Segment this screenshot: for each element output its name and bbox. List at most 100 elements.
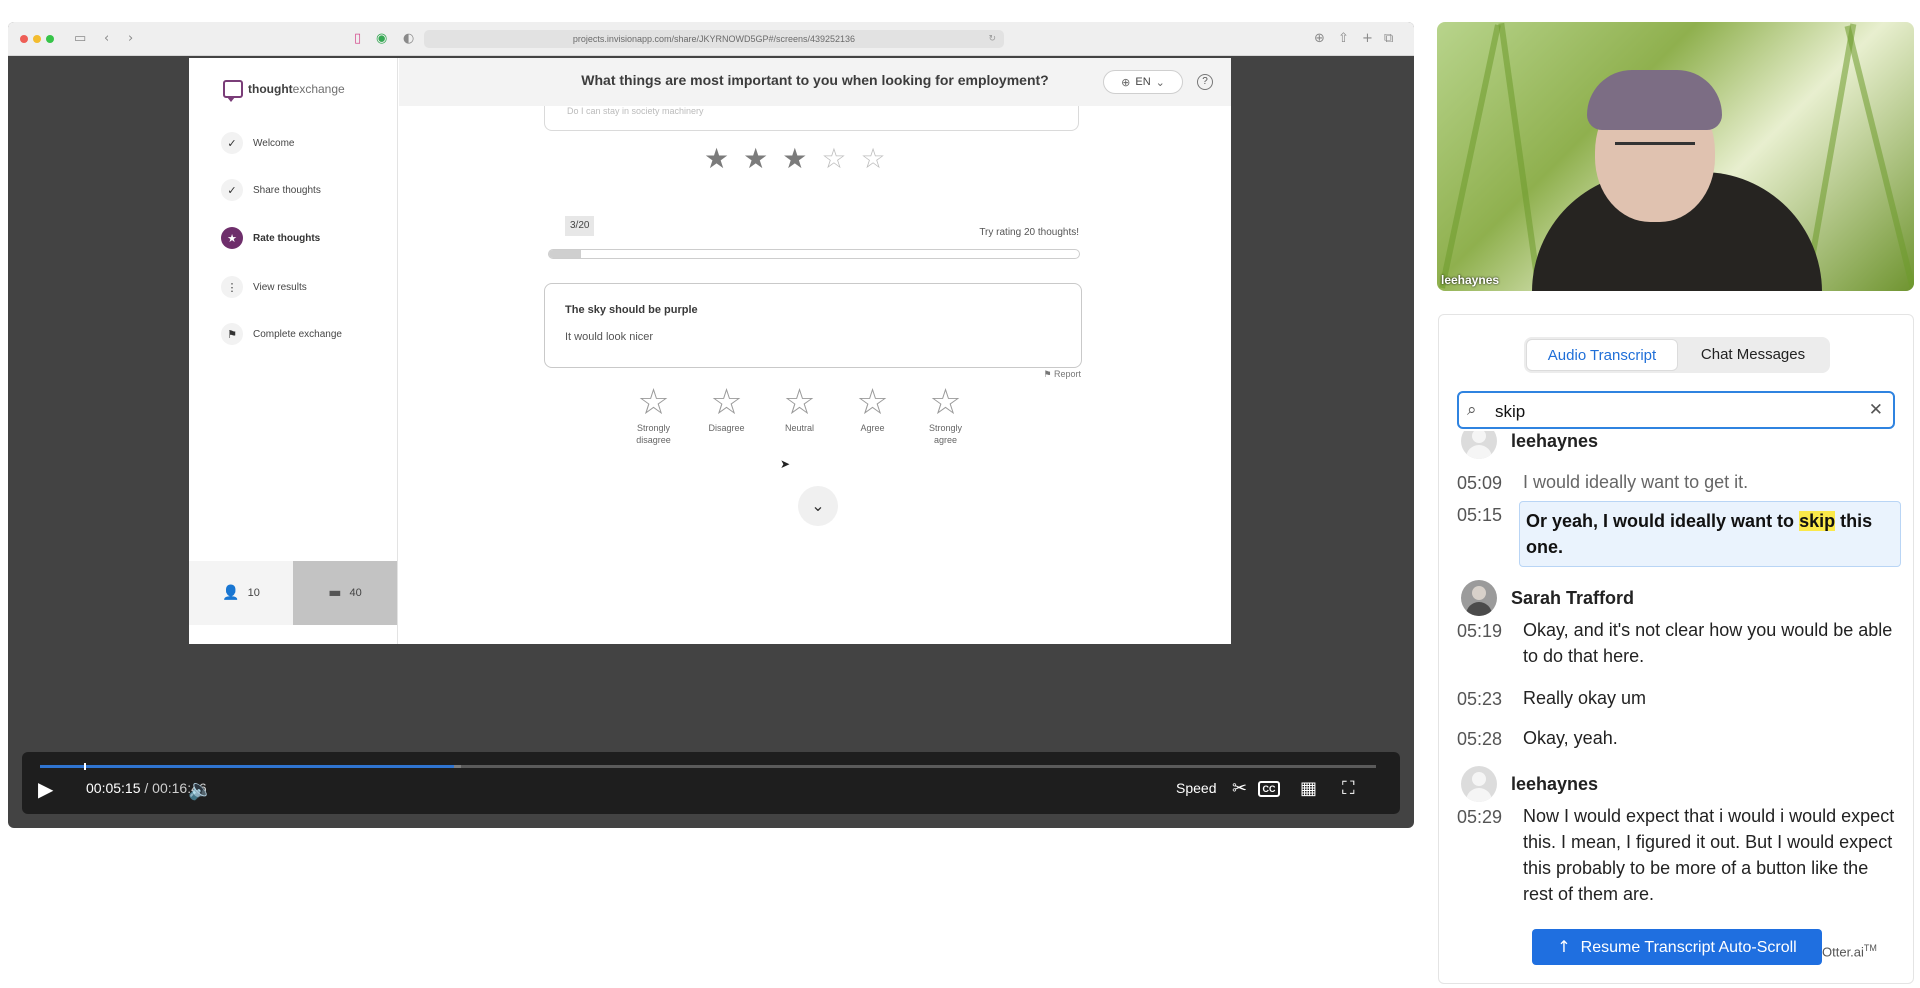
star-filled-icon: ★ xyxy=(743,142,769,175)
message-icon: ▬ xyxy=(328,585,342,601)
transcript-segment[interactable]: 05:23 Really okay um xyxy=(1457,685,1901,711)
scissors-icon[interactable]: ✂ xyxy=(1232,776,1247,802)
participant-hair xyxy=(1587,70,1722,130)
tabs-icon: ⧉ xyxy=(1384,31,1394,46)
help-icon: ? xyxy=(1197,74,1213,90)
webcam-video: leehaynes xyxy=(1437,22,1914,291)
background-grass xyxy=(1844,25,1914,288)
rating-option: ☆ Strongly disagree xyxy=(624,384,683,446)
person-icon: 👤 xyxy=(222,585,240,601)
participants-counter: 👤 10 xyxy=(189,561,293,625)
logo-text-prefix: thought xyxy=(248,82,293,96)
speaker-name: leehaynes xyxy=(1511,431,1599,451)
flag-icon: ⚑ xyxy=(1043,370,1052,380)
star-filled-icon: ★ xyxy=(782,142,808,175)
star-outline-icon: ☆ xyxy=(637,382,670,423)
step-label: Complete exchange xyxy=(253,328,342,340)
step-rate-thoughts: ★ Rate thoughts xyxy=(221,227,320,249)
transcript-tabs: Audio Transcript Chat Messages xyxy=(1524,337,1830,373)
report-label: Report xyxy=(1053,369,1081,379)
logo-icon xyxy=(223,80,243,102)
previous-thought-text: Do I can stay in society machinery xyxy=(567,106,704,116)
video-player[interactable]: ▭ ‹ › ▯ ◉ ◐ projects.invisionapp.com/sha… xyxy=(8,22,1414,828)
results-chart-icon: ⋮ xyxy=(221,276,243,298)
progress-fill xyxy=(549,250,581,258)
resume-auto-scroll-button[interactable]: ↑ Resume Transcript Auto-Scroll xyxy=(1532,929,1822,965)
captions-button[interactable]: CC xyxy=(1258,781,1280,797)
bookmark-icon: ▯ xyxy=(354,31,362,46)
segment-timestamp[interactable]: 05:29 xyxy=(1457,803,1519,907)
star-outline-icon: ☆ xyxy=(856,382,889,423)
segment-text: Now I would expect that i would i would … xyxy=(1523,806,1895,904)
download-icon: ⊕ xyxy=(1314,31,1325,46)
chevron-down-icon: ⌄ xyxy=(1155,75,1165,89)
segment-timestamp[interactable]: 05:19 xyxy=(1457,617,1519,669)
step-view-results: ⋮ View results xyxy=(221,276,307,298)
sidebar-icon: ▭ xyxy=(74,31,87,46)
segment-text: Okay, yeah. xyxy=(1523,728,1618,748)
volume-icon[interactable]: 🔈 xyxy=(188,776,213,802)
seek-played xyxy=(40,765,455,768)
new-tab-icon: + xyxy=(1362,31,1373,46)
flag-icon: ⚑ xyxy=(221,323,243,345)
zoom-window-icon xyxy=(46,35,54,43)
clapperboard-icon[interactable]: ▦ xyxy=(1300,776,1317,802)
seek-handle[interactable] xyxy=(84,763,86,770)
previous-thought-card: Do I can stay in society machinery xyxy=(544,106,1079,131)
rating-option: ☆ Strongly agree xyxy=(916,384,975,446)
thought-body: It would look nicer xyxy=(565,331,654,343)
speaker-header: Sarah Trafford xyxy=(1461,578,1634,618)
speed-button[interactable]: Speed xyxy=(1176,780,1216,796)
segment-timestamp[interactable]: 05:23 xyxy=(1457,685,1519,711)
segment-timestamp[interactable]: 05:09 xyxy=(1457,469,1519,495)
speaker-header: leehaynes xyxy=(1461,764,1598,804)
rating-label-line2: agree xyxy=(933,435,958,445)
search-icon: ⌕ xyxy=(1467,400,1477,420)
checkmark-icon: ✓ xyxy=(221,179,243,201)
transcript-segment[interactable]: 05:19 Okay, and it's not clear how you w… xyxy=(1457,617,1901,669)
rating-label: Disagree xyxy=(708,423,745,433)
rating-label: Neutral xyxy=(784,423,814,433)
fullscreen-icon[interactable]: ⛶ xyxy=(1342,776,1355,802)
segment-text: Really okay um xyxy=(1523,688,1647,708)
segment-text: Okay, and it's not clear how you would b… xyxy=(1523,620,1893,666)
star-outline-icon: ☆ xyxy=(929,382,962,423)
next-thought-button: ⌄ xyxy=(798,486,838,526)
transcript-segment[interactable]: 05:29 Now I would expect that i would i … xyxy=(1457,803,1901,907)
transcript-segment[interactable]: 05:28 Okay, yeah. xyxy=(1457,725,1901,751)
star-filled-icon: ★ xyxy=(704,142,730,175)
browser-toolbar: ▭ ‹ › ▯ ◉ ◐ projects.invisionapp.com/sha… xyxy=(8,22,1414,56)
question-header: What things are most important to you wh… xyxy=(399,58,1231,106)
extension-icon: ◉ xyxy=(376,31,388,46)
step-label: Rate thoughts xyxy=(253,232,321,244)
minimize-window-icon xyxy=(33,35,41,43)
reload-icon: ↻ xyxy=(988,34,996,44)
thought-title: The sky should be purple xyxy=(565,304,698,316)
tab-audio-transcript[interactable]: Audio Transcript xyxy=(1526,339,1678,371)
step-share-thoughts: ✓ Share thoughts xyxy=(221,179,321,201)
share-icon: ⇧ xyxy=(1338,31,1349,46)
thought-card: The sky should be purple It would look n… xyxy=(544,283,1082,368)
rating-options: ☆ Strongly disagree ☆ Disagree ☆ Neutral ☆ Agree… xyxy=(624,384,975,446)
segment-timestamp[interactable]: 05:28 xyxy=(1457,725,1519,751)
search-input[interactable]: skip xyxy=(1495,402,1525,422)
background-grass xyxy=(1498,22,1542,291)
speaker-name: leehaynes xyxy=(1511,773,1599,794)
clear-search-icon[interactable]: ✕ xyxy=(1869,400,1883,420)
tab-chat-messages[interactable]: Chat Messages xyxy=(1678,339,1828,371)
play-button[interactable]: ▶ xyxy=(38,776,53,802)
background-grass xyxy=(1439,24,1501,289)
brand-mark: TM xyxy=(1863,943,1877,953)
time-separator: / xyxy=(144,780,149,796)
mouse-cursor-icon: ➤ xyxy=(780,457,791,471)
avatar xyxy=(1461,766,1497,802)
segment-timestamp[interactable]: 05:15 xyxy=(1457,501,1519,567)
rating-label-line2: disagree xyxy=(636,435,671,445)
resume-label: Resume Transcript Auto-Scroll xyxy=(1580,939,1797,956)
transcript-search[interactable]: ⌕ skip ✕ xyxy=(1457,391,1895,429)
back-icon: ‹ xyxy=(104,31,110,46)
seek-bar[interactable] xyxy=(40,763,1376,770)
transcript-segment[interactable]: 05:09 I would ideally want to get it. xyxy=(1457,469,1901,495)
rating-option: ☆ Agree xyxy=(843,384,902,446)
transcript-segment-active[interactable]: 05:15 Or yeah, I would ideally want to s… xyxy=(1457,501,1901,567)
